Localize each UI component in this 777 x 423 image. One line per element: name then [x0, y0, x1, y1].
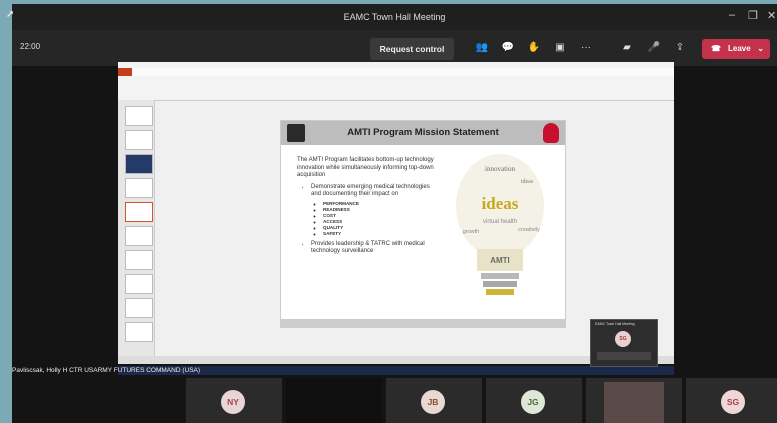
participant-strip: NY JB JG SG — [12, 376, 777, 423]
medical-crest-icon — [543, 123, 559, 143]
phone-icon: ☎ — [711, 44, 721, 53]
ppt-tabs — [118, 68, 674, 76]
chat-icon[interactable]: 💬 — [501, 41, 515, 55]
close-icon[interactable]: ✕ — [767, 9, 776, 22]
slide-thumb — [125, 298, 153, 318]
slide-thumb — [125, 106, 153, 126]
request-control-button[interactable]: Request control — [370, 38, 454, 60]
slide-title: AMTI Program Mission Statement — [347, 127, 499, 138]
avatar: JG — [521, 390, 545, 414]
ppt-file-tab — [118, 68, 132, 76]
more-actions-icon[interactable]: ··· — [579, 41, 593, 55]
bulb-word: innovation — [485, 165, 515, 173]
bulb-word: ideas — [521, 179, 534, 185]
bulb-word: virtual health — [483, 219, 517, 225]
participant-tile[interactable]: JG — [486, 378, 582, 423]
mini-window-title: EAMC Town Hall Meeting — [595, 322, 635, 326]
participant-tile-video[interactable] — [586, 378, 682, 423]
teams-window: ➚ EAMC Town Hall Meeting – ❐ ✕ 22:00 Req… — [6, 4, 777, 423]
slide-body: The AMTI Program facilitates bottom-up t… — [297, 157, 437, 256]
slide-thumb — [125, 154, 153, 174]
slide-header: AMTI Program Mission Statement — [281, 121, 565, 145]
slide-thumb — [125, 178, 153, 198]
mini-meeting-window: EAMC Town Hall Meeting SG — [590, 319, 658, 367]
slide-thumb — [125, 130, 153, 150]
mini-controls — [597, 352, 651, 360]
camera-off-icon[interactable]: ▰ — [620, 41, 634, 55]
participant-tile[interactable]: SG — [686, 378, 777, 423]
people-icon[interactable]: 👥 — [475, 41, 489, 55]
title-bar: ➚ EAMC Town Hall Meeting – ❐ ✕ — [6, 4, 777, 30]
slide-thumb — [125, 322, 153, 342]
impact-item: SAFETY — [323, 231, 437, 237]
bulb-word-ideas: ideas — [482, 194, 519, 213]
meeting-timer: 22:00 — [20, 42, 41, 51]
participant-tile[interactable] — [286, 378, 382, 423]
participant-tile[interactable]: NY — [186, 378, 282, 423]
raise-hand-icon[interactable]: ✋ — [527, 41, 541, 55]
bulb-word: growth — [463, 229, 480, 235]
minimize-icon[interactable]: – — [729, 9, 735, 21]
slide-thumb — [125, 250, 153, 270]
slide-thumbnails — [118, 100, 155, 364]
lightbulb-wordcloud: innovation ideas ideas virtual health gr… — [456, 154, 544, 295]
avatar: SG — [721, 390, 745, 414]
bulb-word-amti: AMTI — [490, 256, 510, 265]
impact-list: PERFORMANCE READINESS COST ACCESS QUALIT… — [311, 201, 437, 237]
ppt-ribbon — [118, 62, 674, 101]
avatar: SG — [615, 331, 631, 347]
maximize-icon[interactable]: ❐ — [748, 9, 758, 22]
slide-thumb-selected — [125, 202, 153, 222]
avatar: JB — [421, 390, 445, 414]
slide-thumb — [125, 274, 153, 294]
leave-button[interactable]: ☎ Leave ⌄ — [702, 39, 770, 59]
share-icon[interactable]: ⇪ — [673, 41, 687, 55]
mic-off-icon[interactable]: 🎤 — [647, 41, 661, 55]
chevron-down-icon[interactable]: ⌄ — [757, 39, 764, 59]
meeting-toolbar: 22:00 Request control 👥 💬 ✋ ▣ ··· ▰ 🎤 ⇪ … — [12, 30, 777, 66]
window-title: EAMC Town Hall Meeting — [343, 12, 446, 22]
bullet-demonstrate: Demonstrate emerging medical technologie… — [311, 183, 430, 198]
slide-bullets: Demonstrate emerging medical technologie… — [297, 184, 437, 256]
current-slide: AMTI Program Mission Statement The AMTI … — [280, 120, 566, 328]
bulb-word: creativity — [518, 227, 540, 233]
remote-taskbar — [118, 366, 674, 375]
participant-video — [604, 382, 664, 423]
slide-thumb — [125, 226, 153, 246]
participant-tile[interactable]: JB — [386, 378, 482, 423]
slide-intro: The AMTI Program facilitates bottom-up t… — [297, 157, 434, 178]
rooms-icon[interactable]: ▣ — [553, 41, 567, 55]
bullet-leadership: Provides leadership & TATRC with medical… — [311, 240, 425, 255]
leave-label: Leave — [728, 44, 751, 53]
presenter-name: Pavliscsak, Holly H CTR USARMY FUTURES C… — [12, 367, 201, 374]
avatar: NY — [221, 390, 245, 414]
slide-footer — [281, 319, 565, 327]
